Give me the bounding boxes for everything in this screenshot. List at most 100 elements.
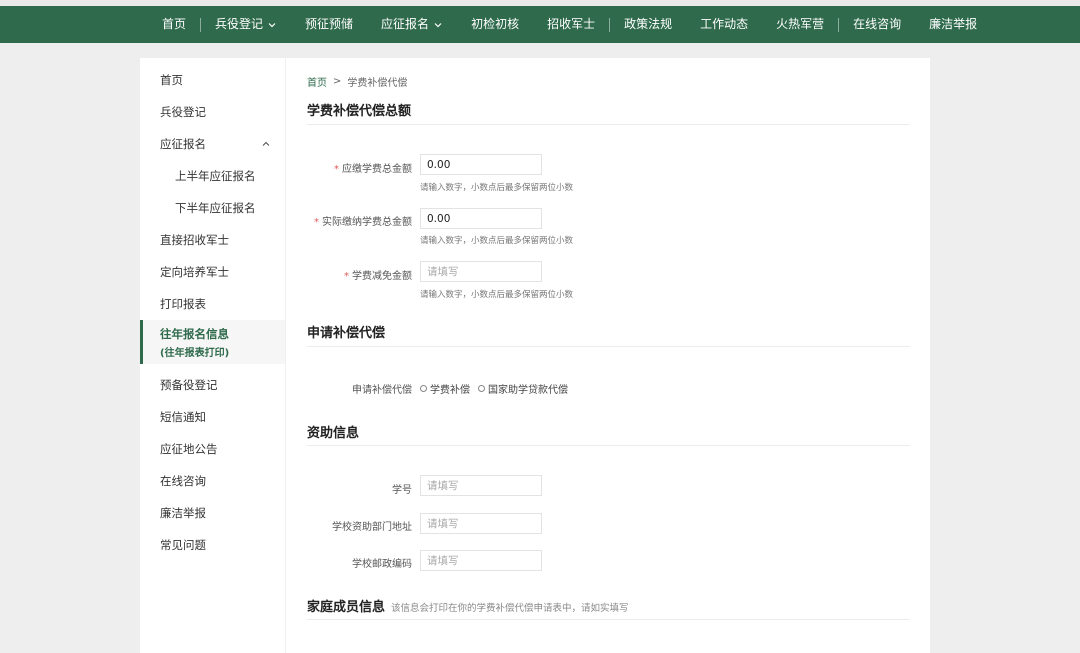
school-postcode-input[interactable] xyxy=(420,550,542,571)
sidebar-item-label: 在线咨询 xyxy=(160,474,206,488)
nav-item-label: 兵役登记 xyxy=(215,17,264,31)
field-label-apply-compensation: 申请补偿代偿 xyxy=(352,385,412,396)
main-content: 首页 > 学费补偿代偿 学费补偿代偿总额 *应缴学费总金额 请输入数字，小数点后… xyxy=(307,58,910,653)
tuition-paid-input[interactable] xyxy=(420,208,542,229)
nav-item-enlistment-signup[interactable]: 应征报名 xyxy=(367,6,457,43)
nav-item-label: 招收军士 xyxy=(547,17,596,31)
nav-item-label: 政策法规 xyxy=(624,17,673,31)
required-mark: * xyxy=(334,164,339,175)
sidebar-item-military-registration[interactable]: 兵役登记 xyxy=(140,96,285,128)
section-note: 该信息会打印在你的学费补偿代偿申请表中，请如实填写 xyxy=(391,603,629,614)
sidebar-item-print-reports[interactable]: 打印报表 xyxy=(140,288,285,320)
sidebar-item-integrity-report[interactable]: 廉洁举报 xyxy=(140,497,285,529)
sidebar-item-reserve-registration[interactable]: 预备役登记 xyxy=(140,369,285,401)
content-card: 首页 兵役登记 应征报名 上半年应征报名 下半年应征报名 直接招收军士 定向培养… xyxy=(140,58,930,653)
field-label-tuition-due: * 应缴学费总金额 xyxy=(307,160,412,175)
sidebar-item-label: 定向培养军士 xyxy=(160,265,229,279)
radio-circle-icon xyxy=(478,385,485,392)
field-label-tuition-paid: * 实际缴纳学费总金额 xyxy=(307,213,412,228)
nav-item-integrity-report[interactable]: 廉洁举报 xyxy=(915,6,991,43)
breadcrumb-separator: > xyxy=(333,76,342,87)
sidebar-item-label: 廉洁举报 xyxy=(160,506,206,520)
field-hint: 请输入数字，小数点后最多保留两位小数 xyxy=(420,236,574,246)
breadcrumb: 首页 > 学费补偿代偿 xyxy=(307,74,407,89)
nav-item-military-registration[interactable]: 兵役登记 xyxy=(201,6,291,43)
nav-item-barracks[interactable]: 火热军营 xyxy=(762,6,838,43)
nav-item-label: 工作动态 xyxy=(700,17,749,31)
sidebar-item-local-announcement[interactable]: 应征地公告 xyxy=(140,433,285,465)
nav-item-online-consult[interactable]: 在线咨询 xyxy=(839,6,915,43)
nav-item-label: 廉洁举报 xyxy=(929,17,978,31)
chevron-up-icon xyxy=(261,139,271,149)
nav-item-label: 首页 xyxy=(162,17,187,31)
sidebar-item-label: 往年报名信息 xyxy=(160,326,229,341)
field-hint: 请输入数字，小数点后最多保留两位小数 xyxy=(420,183,574,193)
field-label-text: 实际缴纳学费总金额 xyxy=(322,217,412,228)
chevron-down-icon xyxy=(433,20,443,30)
nav-item-label: 火热军营 xyxy=(776,17,825,31)
section-title-funding-info: 资助信息 xyxy=(307,426,360,441)
radio-loan-compensation[interactable]: 国家助学贷款代偿 xyxy=(478,381,568,396)
section-divider xyxy=(307,124,910,125)
field-label-school-postcode: 学校邮政编码 xyxy=(352,559,412,570)
radio-label: 学费补偿 xyxy=(430,385,470,396)
nav-item-label: 在线咨询 xyxy=(853,17,902,31)
nav-item-home[interactable]: 首页 xyxy=(148,6,200,43)
sidebar-item-faq[interactable]: 常见问题 xyxy=(140,529,285,561)
field-label-school-aid-address: 学校资助部门地址 xyxy=(332,522,412,533)
sidebar-item-second-half-signup[interactable]: 下半年应征报名 xyxy=(140,192,285,224)
field-label-text: 应缴学费总金额 xyxy=(342,164,412,175)
top-nav-items: 首页 兵役登记 预征预储 应征报名 初检初核 招收军士 政策法规 工作动态 火热… xyxy=(148,6,991,43)
sidebar-item-label: 常见问题 xyxy=(160,538,206,552)
sidebar-item-label: 应征报名 xyxy=(160,137,206,151)
sidebar-item-label: 上半年应征报名 xyxy=(175,169,256,183)
sidebar-item-label: 短信通知 xyxy=(160,410,206,424)
sidebar-item-label: 预备役登记 xyxy=(160,378,218,392)
field-label-text: 学费减免金额 xyxy=(352,271,412,282)
radio-circle-icon xyxy=(420,385,427,392)
radio-tuition-compensation[interactable]: 学费补偿 xyxy=(420,381,470,396)
sidebar-item-label: 首页 xyxy=(160,73,183,87)
sidebar-item-label: 直接招收军士 xyxy=(160,233,229,247)
nav-item-news[interactable]: 工作动态 xyxy=(686,6,762,43)
sidebar-item-label: 应征地公告 xyxy=(160,442,218,456)
breadcrumb-home-link[interactable]: 首页 xyxy=(307,74,327,89)
section-title-text: 家庭成员信息 xyxy=(307,600,386,615)
field-label-student-id: 学号 xyxy=(392,485,412,496)
field-label-tuition-waived: * 学费减免金额 xyxy=(307,267,412,282)
sidebar-item-online-consult[interactable]: 在线咨询 xyxy=(140,465,285,497)
sidebar-item-home[interactable]: 首页 xyxy=(140,64,285,96)
sidebar-item-past-signup-info[interactable]: 往年报名信息 (往年报表打印) xyxy=(140,320,285,364)
sidebar-item-sms-notice[interactable]: 短信通知 xyxy=(140,401,285,433)
nav-item-initial-check[interactable]: 初检初核 xyxy=(457,6,533,43)
nav-item-label: 初检初核 xyxy=(471,17,520,31)
student-id-input[interactable] xyxy=(420,475,542,496)
sidebar-item-first-half-signup[interactable]: 上半年应征报名 xyxy=(140,160,285,192)
tuition-waived-input[interactable] xyxy=(420,261,542,282)
sidebar-item-direct-recruit-sergeant[interactable]: 直接招收军士 xyxy=(140,224,285,256)
section-title-family-members: 家庭成员信息 该信息会打印在你的学费补偿代偿申请表中，请如实填写 xyxy=(307,596,629,615)
sidebar-item-enlistment-signup[interactable]: 应征报名 xyxy=(140,128,285,160)
chevron-down-icon xyxy=(267,20,277,30)
sidebar-item-label: 打印报表 xyxy=(160,297,206,311)
tuition-due-input[interactable] xyxy=(420,154,542,175)
compensation-type-radio-group: 学费补偿 国家助学贷款代偿 xyxy=(420,381,568,396)
sidebar-item-label: 下半年应征报名 xyxy=(175,201,256,215)
field-hint: 请输入数字，小数点后最多保留两位小数 xyxy=(420,290,574,300)
nav-item-label: 预征预储 xyxy=(305,17,354,31)
sidebar-item-directed-training-sergeant[interactable]: 定向培养军士 xyxy=(140,256,285,288)
top-nav-bar: 首页 兵役登记 预征预储 应征报名 初检初核 招收军士 政策法规 工作动态 火热… xyxy=(0,6,1080,43)
breadcrumb-current: 学费补偿代偿 xyxy=(347,78,408,89)
nav-item-recruit-sergeant[interactable]: 招收军士 xyxy=(533,6,609,43)
radio-label: 国家助学贷款代偿 xyxy=(488,385,568,396)
sidebar-item-sublabel: (往年报表打印) xyxy=(160,347,230,359)
section-title-tuition-total: 学费补偿代偿总额 xyxy=(307,104,412,119)
section-divider xyxy=(307,445,910,446)
required-mark: * xyxy=(344,271,349,282)
nav-item-policies[interactable]: 政策法规 xyxy=(610,6,686,43)
school-aid-address-input[interactable] xyxy=(420,513,542,534)
section-title-apply-compensation: 申请补偿代偿 xyxy=(307,326,386,341)
sidebar: 首页 兵役登记 应征报名 上半年应征报名 下半年应征报名 直接招收军士 定向培养… xyxy=(140,58,286,653)
nav-item-label: 应征报名 xyxy=(381,17,430,31)
nav-item-pre-enlistment[interactable]: 预征预储 xyxy=(291,6,367,43)
